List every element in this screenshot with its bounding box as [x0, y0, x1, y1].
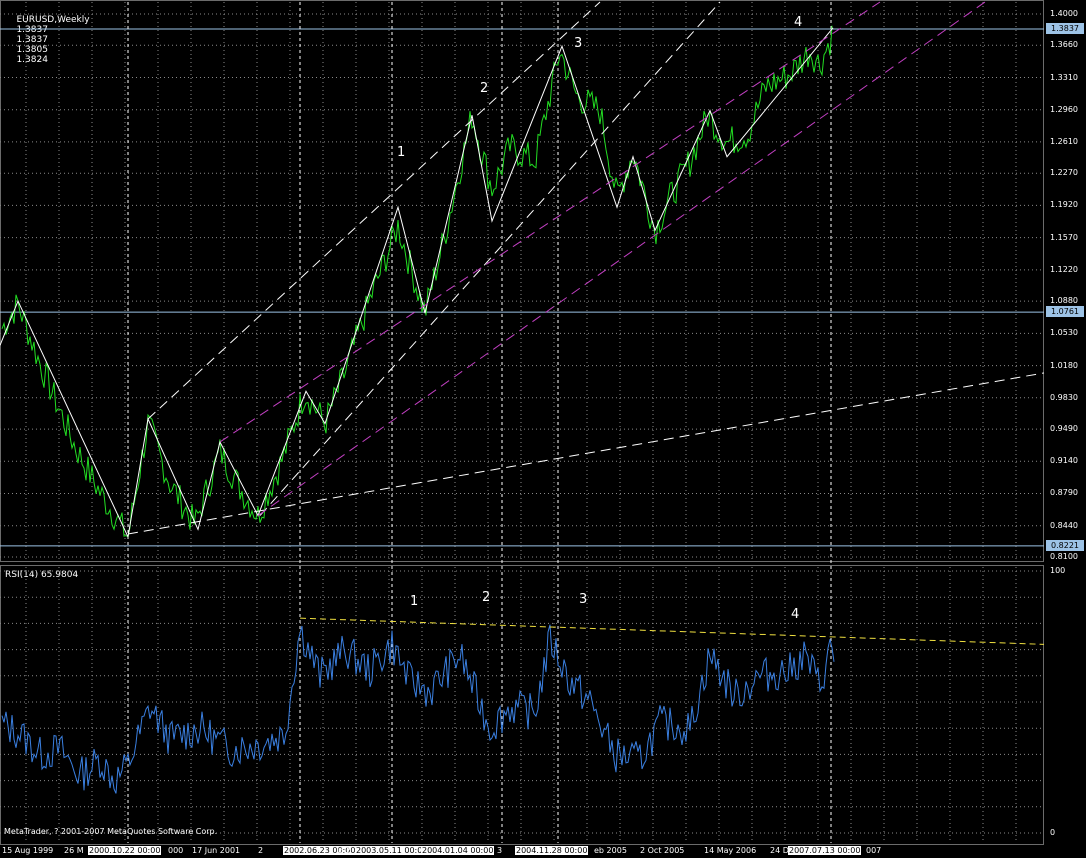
price-tick-label: 0.9490: [1050, 424, 1078, 434]
time-axis-label: 2007.07.13 00:00: [788, 846, 862, 855]
price-tick-label: 0.8440: [1050, 520, 1078, 530]
time-axis-label: 2004.01.04 00:00: [421, 846, 495, 855]
price-tick-label: 1.3310: [1050, 72, 1078, 82]
price-tick-label: 1.0180: [1050, 360, 1078, 370]
time-axis-label: p 2: [338, 846, 351, 855]
time-axis-label: 000: [168, 846, 184, 855]
wave-label-3: 3: [574, 36, 583, 51]
time-axis-label: 24 D: [770, 846, 789, 855]
rsi-wave-label-4: 4: [791, 607, 800, 622]
wave-label-1: 1: [397, 145, 406, 160]
rsi-wave-label-2: 2: [482, 590, 491, 605]
rsi-series-line: [1, 624, 835, 794]
magenta-lower-line: [257, 1, 986, 516]
time-axis-label: 15 Aug 1999: [2, 846, 54, 855]
price-tick-label: 0.8790: [1050, 488, 1078, 498]
price-level-tag: 0.8221: [1046, 539, 1084, 551]
time-axis-label: 2000.10.22 00:00: [88, 846, 162, 855]
rsi-wave-label-1: 1: [410, 594, 419, 609]
time-axis-label: 17 Jun 2001: [192, 846, 241, 855]
price-tick-label: 1.2270: [1050, 168, 1078, 178]
rsi-axis-top: 100: [1050, 566, 1066, 575]
price-tick-label: 1.1570: [1050, 232, 1078, 242]
channel-upper-line: [147, 1, 601, 420]
time-axis-label: 3: [497, 846, 503, 855]
rsi-axis-bottom: 0: [1050, 828, 1056, 837]
time-axis-label: 007: [866, 846, 882, 855]
time-axis-label: 2 Oct 2005: [640, 846, 685, 855]
chart-drawing: [0, 1, 1045, 843]
rsi-divergence-line: [299, 617, 1045, 645]
price-tick-label: 1.0880: [1050, 296, 1078, 306]
rsi-wave-label-3: 3: [579, 592, 588, 607]
time-axis-label: 2003.05.11 00:0: [355, 846, 424, 855]
price-tick-label: 1.1220: [1050, 264, 1078, 274]
price-tick-label: 1.2610: [1050, 136, 1078, 146]
price-tick-label: 0.9140: [1050, 456, 1078, 466]
wave-label-2: 2: [480, 81, 489, 96]
price-tick-label: 1.2960: [1050, 104, 1078, 114]
price-tick-label: 1.1920: [1050, 200, 1078, 210]
price-tick-label: 1.0530: [1050, 328, 1078, 338]
time-axis-label: 14 May 2006: [704, 846, 757, 855]
price-tick-label: 0.9830: [1050, 392, 1078, 402]
price-level-tag: 1.3837: [1046, 23, 1084, 34]
price-tick-label: 0.8100: [1050, 552, 1078, 561]
copyright-footer: MetaTrader, ? 2001-2007 MetaQuotes Softw…: [4, 827, 218, 836]
time-axis-label: 2004.11.28 00:00: [515, 846, 589, 855]
time-axis-label: eb 2005: [594, 846, 627, 855]
wave-label-4: 4: [794, 15, 803, 30]
magenta-upper-line: [219, 1, 881, 443]
price-tick-label: 1.4000: [1050, 9, 1078, 18]
time-axis-label: 2: [258, 846, 264, 855]
time-axis-label: 26 M: [64, 846, 84, 855]
price-tick-label: 1.3660: [1050, 40, 1078, 50]
channel-middle-line: [259, 1, 721, 516]
price-level-tag: 1.0761: [1046, 306, 1084, 318]
